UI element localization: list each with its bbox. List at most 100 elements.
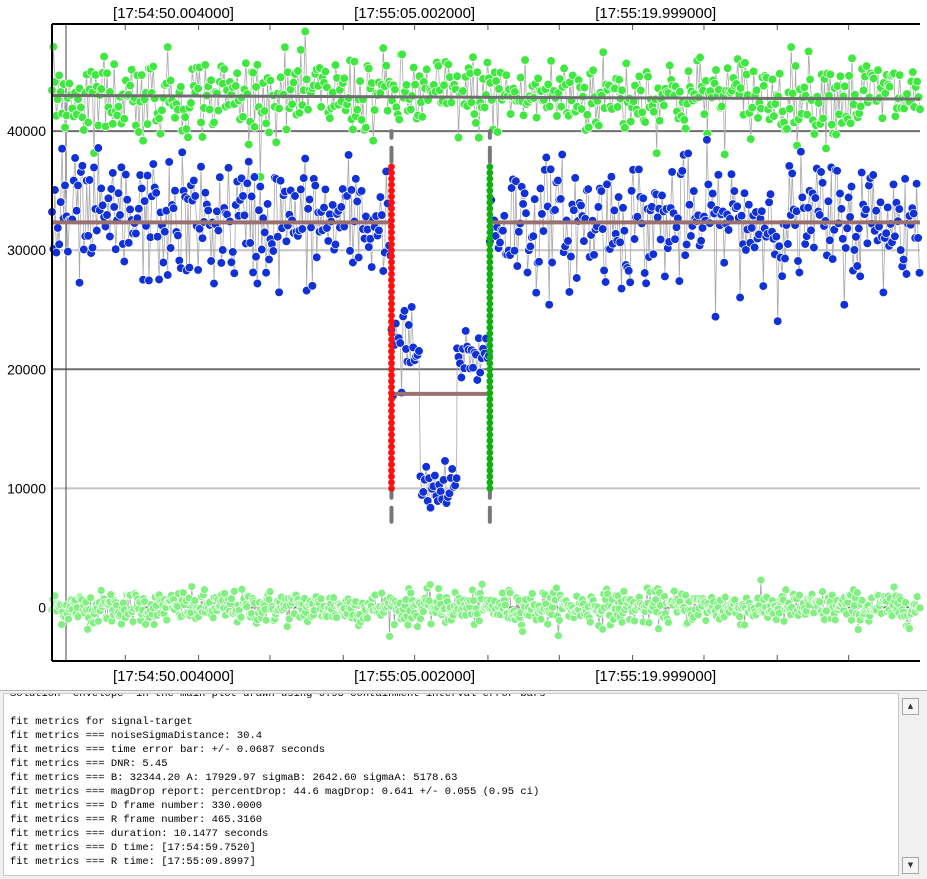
reference-star-point: [148, 61, 158, 72]
scroll-up-arrow-icon[interactable]: ▲: [902, 698, 919, 715]
baseline-noise-point: [187, 582, 197, 591]
reference-star-point: [186, 98, 196, 108]
target-star-point: [229, 268, 239, 278]
d-edge-point: [388, 288, 395, 296]
baseline-noise-point: [853, 625, 863, 634]
y-tick-label: 0: [38, 599, 46, 615]
d-edge-point: [388, 359, 395, 367]
log-text-area[interactable]: Solution 'envelope' in the main plot dra…: [3, 693, 899, 876]
r-edge-point: [486, 425, 494, 433]
reference-star-point: [652, 148, 662, 158]
baseline-noise-point: [598, 624, 608, 634]
r-edge-point: [486, 484, 494, 492]
baseline-noise-point: [818, 587, 827, 597]
reference-star-point: [818, 113, 828, 124]
d-edge-point: [388, 187, 395, 195]
d-edge-point: [388, 312, 395, 320]
target-star-point: [142, 170, 153, 181]
reference-star-point: [265, 75, 276, 86]
d-edge-point: [388, 336, 395, 343]
r-edge-point: [486, 300, 494, 308]
target-star-point: [407, 302, 417, 312]
target-star-point: [73, 180, 83, 191]
d-edge-point: [388, 443, 395, 451]
target-star-point: [87, 243, 98, 253]
baseline-noise-point: [720, 592, 730, 602]
r-edge-point: [486, 455, 494, 462]
baseline-noise-point: [413, 622, 422, 631]
reference-star-point: [621, 58, 631, 69]
reference-star-point: [545, 101, 555, 112]
reference-star-point: [381, 61, 391, 71]
target-star-point: [793, 256, 803, 266]
reference-star-point: [805, 74, 815, 85]
vertical-scrollbar[interactable]: ▲ ▼: [902, 694, 919, 876]
target-star-point: [530, 194, 540, 204]
d-edge-point: [388, 353, 395, 361]
baseline-noise-point: [96, 586, 106, 595]
baseline-noise-point: [518, 627, 527, 636]
x-tick-label-top: [17:55:05.002000]: [354, 5, 475, 22]
reference-star-point: [406, 104, 416, 115]
baseline-noise-point: [889, 582, 899, 592]
d-edge-point: [388, 163, 395, 171]
reference-star-point: [912, 76, 922, 87]
target-star-point: [702, 135, 712, 145]
baseline-noise-point: [830, 615, 840, 625]
r-edge-point: [486, 181, 494, 189]
log-line: fit metrics === duration: 10.1477 second…: [10, 828, 269, 840]
target-star-point: [835, 188, 845, 199]
reference-star-point: [748, 66, 759, 77]
d-edge-point: [388, 240, 395, 248]
baseline-noise-point: [390, 620, 399, 630]
target-star-point: [749, 242, 760, 253]
target-star-point: [726, 169, 737, 179]
reference-star-point: [200, 60, 210, 70]
reference-star-point: [64, 78, 75, 89]
target-star-point: [257, 244, 267, 255]
reference-star-point: [369, 105, 380, 115]
baseline-noise-point: [93, 616, 103, 626]
reference-star-point: [356, 115, 367, 125]
reference-star-point: [471, 118, 481, 128]
reference-star-point: [835, 71, 846, 81]
target-star-point: [245, 238, 255, 248]
target-star-point: [783, 239, 793, 249]
target-star-point: [803, 203, 813, 213]
d-edge-point: [388, 234, 395, 242]
target-star-point: [345, 246, 355, 256]
target-star-point: [273, 232, 283, 242]
target-star-point: [677, 166, 687, 176]
reference-star-point: [232, 68, 242, 78]
target-star-point: [264, 254, 274, 265]
scroll-down-arrow-icon[interactable]: ▼: [902, 857, 919, 874]
target-star-point: [97, 200, 108, 210]
reference-star-point: [417, 112, 427, 122]
baseline-noise-point: [619, 587, 629, 596]
target-star-point: [563, 236, 573, 246]
target-star-point: [303, 204, 313, 214]
reference-star-point: [142, 119, 153, 129]
target-star-point: [871, 206, 881, 216]
target-star-point: [281, 236, 292, 246]
baseline-noise-point: [426, 619, 436, 629]
reference-star-point: [895, 70, 905, 80]
reference-star-point: [492, 127, 503, 137]
target-star-point: [430, 470, 440, 481]
reference-star-point: [518, 110, 529, 120]
baseline-noise-point: [406, 588, 416, 598]
reference-star-point: [588, 65, 598, 75]
target-star-point: [346, 185, 357, 195]
target-star-point: [238, 191, 248, 201]
target-star-point: [846, 181, 857, 192]
reference-star-point: [908, 67, 918, 77]
light-curve-plot[interactable]: 0 10000 20000 30000 40000 [17:54:50.004000] [1…: [0, 0, 927, 690]
baseline-noise-point: [474, 616, 484, 626]
reference-star-point: [206, 75, 216, 85]
reference-star-point: [274, 103, 284, 114]
target-star-point: [609, 205, 619, 216]
target-star-point: [739, 188, 750, 198]
d-edge-point: [388, 175, 395, 183]
plot-area[interactable]: 0 10000 20000 30000 40000 [17:54:50.004000] [1…: [0, 0, 927, 690]
target-star-point: [404, 320, 414, 330]
